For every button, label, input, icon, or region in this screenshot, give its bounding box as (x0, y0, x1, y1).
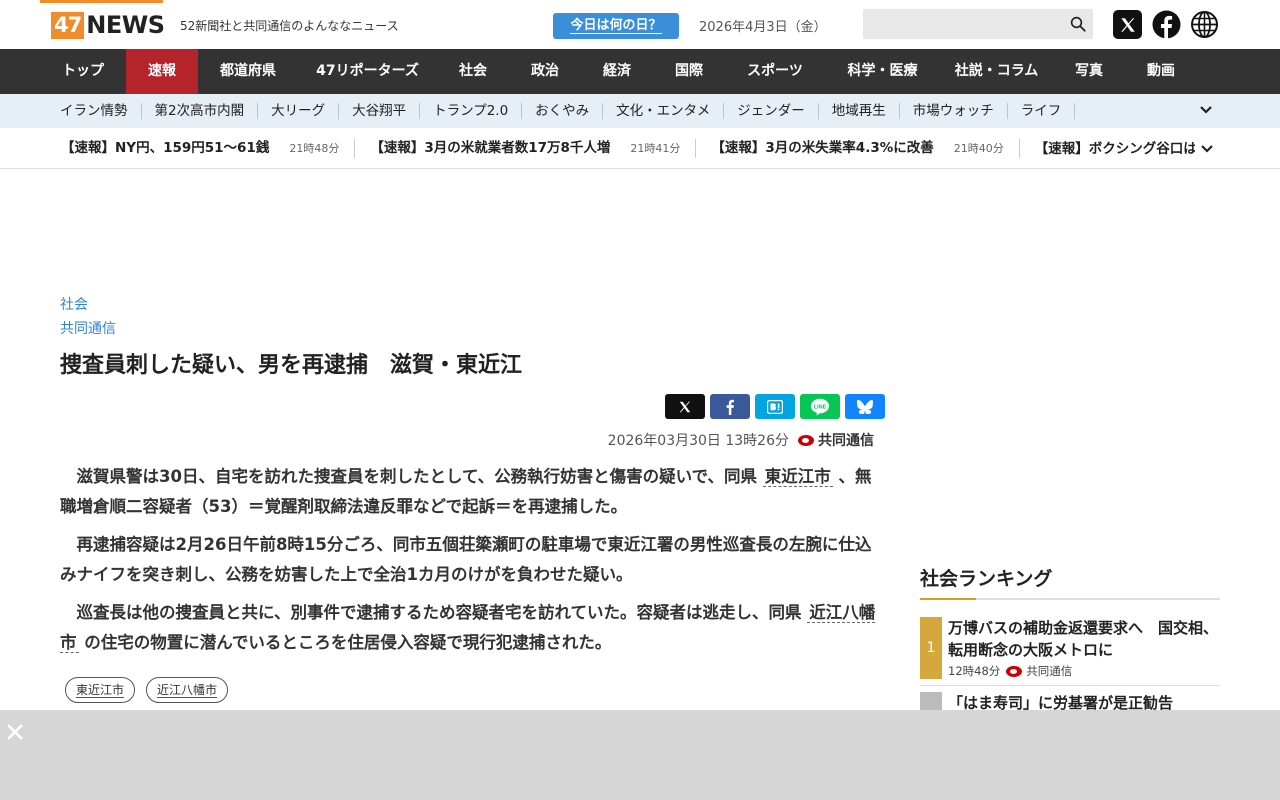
article-category[interactable]: 社会 (60, 294, 88, 314)
breaking-news-ticker: 【速報】NY円、159円51～61銭 21時48分 【速報】3月の米就業者数17… (0, 128, 1280, 169)
search-input[interactable] (863, 9, 1093, 39)
nav-item-society[interactable]: 社会 (437, 49, 509, 94)
site-header: 47 NEWS 52新聞社と共同通信のよんななニュース 今日は何の日？ 2026… (0, 0, 1280, 49)
publisher: 共同通信 (798, 430, 874, 450)
ranking-number: 1 (920, 617, 942, 679)
ranking-headline[interactable]: 万博バスの補助金返還要求へ 国交相、転用断念の大阪メトロに (948, 617, 1220, 661)
paragraph-text: 滋賀県警は30日、自宅を訪れた捜査員を刺したとして、公務執行妨害と傷害の疑いで、… (76, 467, 758, 486)
tag-chip[interactable]: 東近江市 (65, 677, 136, 703)
nav-item-economy[interactable]: 経済 (581, 49, 653, 94)
bottom-ad-overlay (0, 710, 1280, 800)
paragraph-text: の住宅の物置に潜んでいるところを住居侵入容疑で現行犯逮捕された。 (84, 633, 612, 652)
nav-item-editorials[interactable]: 社説・コラム (940, 49, 1053, 94)
ticker-text: 【速報】ボクシング谷口は判 (1034, 140, 1195, 157)
topic-item[interactable]: イラン情勢 (47, 103, 142, 119)
topic-item[interactable]: 市場ウォッチ (900, 103, 1008, 119)
share-bluesky-button[interactable] (845, 394, 885, 419)
ticker-item[interactable]: 【速報】NY円、159円51～61銭 21時48分 (61, 139, 356, 158)
publisher-name: 共同通信 (818, 433, 874, 449)
bluesky-icon (857, 399, 873, 414)
chevron-down-icon[interactable] (1200, 142, 1214, 156)
topic-item[interactable]: 大リーグ (258, 103, 340, 119)
svg-text:LINE: LINE (814, 404, 827, 410)
ranking-meta: 12時48分 共同通信 (948, 663, 1072, 679)
ticker-text: 【速報】3月の米就業者数17万8千人増 (370, 140, 611, 156)
x-icon[interactable] (1113, 10, 1142, 39)
topic-item[interactable]: 大谷翔平 (339, 103, 421, 119)
article-paragraph: 再逮捕容疑は2月26日午前8時15分ごろ、同市五個荘簗瀬町の駐車場で東近江署の男… (60, 535, 872, 584)
tag-label: 近江八幡市 (157, 683, 218, 698)
ranking-source: 共同通信 (1026, 664, 1073, 678)
main-navigation: トップ 速報 都道府県 47リポーターズ 社会 政治 経済 国際 スポーツ 科学… (0, 49, 1280, 94)
article-source[interactable]: 共同通信 (60, 318, 116, 338)
article-paragraph: 滋賀県警は30日、自宅を訪れた捜査員を刺したとして、公務執行妨害と傷害の疑いで、… (60, 462, 880, 522)
topic-item[interactable]: トランプ2.0 (420, 103, 523, 119)
nav-item-science-medical[interactable]: 科学・医療 (825, 49, 940, 94)
nav-item-photos[interactable]: 写真 (1053, 49, 1125, 94)
article-body: 滋賀県警は30日、自宅を訪れた捜査員を刺したとして、公務執行妨害と傷害の疑いで、… (60, 462, 880, 666)
topic-navigation: イラン情勢 第2次高市内閣 大リーグ 大谷翔平 トランプ2.0 おくやみ 文化・… (0, 94, 1280, 128)
ranking-divider (920, 598, 1220, 600)
ranking-time: 12時48分 (948, 664, 1001, 678)
header-date: 2026年4月3日（金） (699, 20, 827, 35)
place-link-higashiomi[interactable]: 東近江市 (762, 467, 833, 487)
x-icon (679, 401, 691, 412)
topic-item[interactable]: ジェンダー (724, 103, 819, 119)
ticker-text: 【速報】3月の米失業率4.3%に改善 (711, 140, 934, 156)
article-datetime: 2026年03月30日 13時26分 (607, 433, 789, 449)
line-icon: LINE (811, 398, 829, 415)
share-facebook-button[interactable] (710, 394, 750, 419)
chevron-down-icon[interactable] (1199, 103, 1213, 117)
ticker-time: 21時48分 (289, 142, 340, 155)
facebook-icon[interactable] (1152, 10, 1181, 39)
nav-item-international[interactable]: 国際 (653, 49, 725, 94)
article-paragraph: 巡査長は他の捜査員と共に、別事件で逮捕するため容疑者宅を訪れていた。容疑者は逃走… (60, 598, 880, 658)
nav-item-breaking[interactable]: 速報 (126, 49, 198, 94)
logo-number: 47 (51, 12, 85, 39)
paragraph-text: 巡査長は他の捜査員と共に、別事件で逮捕するため容疑者宅を訪れていた。容疑者は逃走… (76, 603, 802, 622)
article-title: 捜査員刺した疑い、男を再逮捕 滋賀・東近江 (60, 353, 523, 378)
topic-item[interactable]: ライフ (1008, 103, 1076, 119)
share-line-button[interactable]: LINE (800, 394, 840, 419)
search-icon[interactable] (1069, 15, 1087, 33)
ticker-item[interactable]: 【速報】3月の米失業率4.3%に改善 21時40分 (711, 139, 1020, 158)
kyodo-logo-icon (1006, 665, 1023, 677)
ranking-item[interactable]: 1 万博バスの補助金返還要求へ 国交相、転用断念の大阪メトロに 12時48分 共… (920, 617, 1220, 679)
close-icon[interactable] (5, 722, 25, 742)
logo-word: NEWS (86, 11, 165, 39)
ticker-item[interactable]: 【速報】3月の米就業者数17万8千人増 21時41分 (370, 139, 697, 158)
nav-item-videos[interactable]: 動画 (1125, 49, 1197, 94)
share-hatena-button[interactable] (755, 394, 795, 419)
topic-item[interactable]: 文化・エンタメ (603, 103, 725, 119)
article-tags: 東近江市 近江八幡市 (65, 677, 239, 703)
ticker-time: 21時41分 (630, 142, 681, 155)
nav-item-47reporters[interactable]: 47リポーターズ (298, 49, 437, 94)
nav-item-politics[interactable]: 政治 (509, 49, 581, 94)
ticker-text: 【速報】NY円、159円51～61銭 (61, 140, 270, 156)
logo-accent-bar (40, 0, 163, 3)
today-in-history-button[interactable]: 今日は何の日？ (553, 13, 679, 39)
nav-item-top[interactable]: トップ (40, 49, 126, 94)
hatena-bookmark-icon (767, 399, 783, 414)
today-button-label: 今日は何の日？ (570, 18, 662, 34)
site-tagline: 52新聞社と共同通信のよんななニュース (180, 19, 399, 33)
ranking-separator (920, 685, 1220, 686)
ticker-item[interactable]: 【速報】ボクシング谷口は判 (1035, 140, 1195, 158)
article-meta: 2026年03月30日 13時26分 共同通信 (608, 430, 874, 450)
tag-chip[interactable]: 近江八幡市 (146, 677, 229, 703)
topic-item[interactable]: 地域再生 (819, 103, 900, 119)
globe-icon[interactable] (1190, 10, 1219, 39)
nav-item-prefectures[interactable]: 都道府県 (198, 49, 298, 94)
topic-item[interactable]: おくやみ (522, 103, 604, 119)
ticker-time: 21時40分 (953, 142, 1004, 155)
kyodo-logo-icon (798, 434, 814, 446)
tag-label: 東近江市 (76, 683, 125, 698)
nav-item-sports[interactable]: スポーツ (725, 49, 825, 94)
facebook-icon (726, 399, 734, 415)
site-logo[interactable]: 47 NEWS (51, 11, 165, 39)
ranking-title: 社会ランキング (920, 568, 1053, 590)
topic-item[interactable]: 第2次高市内閣 (142, 103, 259, 119)
share-x-button[interactable] (665, 394, 705, 419)
